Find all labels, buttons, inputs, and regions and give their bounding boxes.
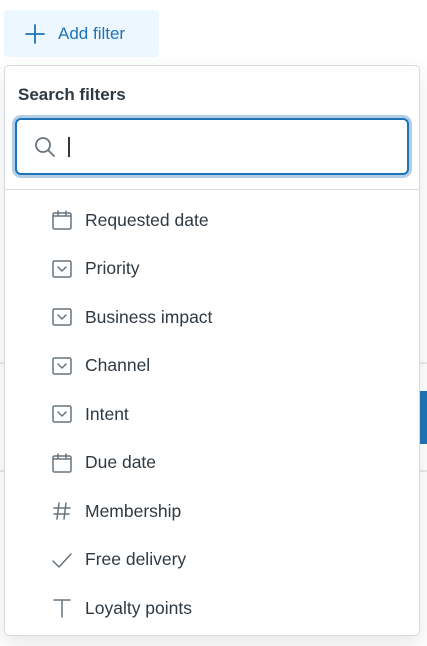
filter-option-due-date[interactable]: Due date — [5, 439, 419, 488]
text-field-icon — [51, 597, 73, 619]
search-filters-label: Search filters — [18, 85, 126, 104]
filter-option-label: Due date — [85, 452, 157, 473]
dropdown-field-icon — [51, 306, 73, 328]
page: Add filter Search filters Requested date — [0, 0, 427, 646]
search-icon — [33, 135, 57, 159]
calendar-icon — [51, 452, 73, 474]
filter-option-label: Channel — [85, 355, 151, 376]
filter-option-membership[interactable]: Membership — [5, 487, 419, 536]
filter-option-intent[interactable]: Intent — [5, 390, 419, 439]
hash-icon — [51, 500, 73, 522]
filter-option-requested-date[interactable]: Requested date — [5, 196, 419, 245]
search-filters-field[interactable] — [15, 118, 409, 175]
plus-icon — [24, 23, 46, 45]
add-filter-button[interactable]: Add filter — [4, 10, 159, 57]
search-divider — [5, 189, 419, 190]
checkmark-icon — [51, 549, 73, 571]
filter-dropdown: Search filters Requested date Priority B… — [4, 65, 420, 636]
text-cursor — [68, 137, 70, 157]
search-filters-input[interactable] — [67, 131, 407, 162]
filter-option-label: Requested date — [85, 209, 209, 230]
filter-option-label: Intent — [85, 403, 129, 424]
filter-option-label: Membership — [85, 500, 182, 521]
filter-option-business-impact[interactable]: Business impact — [5, 293, 419, 342]
filter-option-label: Business impact — [85, 306, 213, 327]
filter-option-loyalty-points[interactable]: Loyalty points — [5, 584, 419, 633]
dropdown-field-icon — [51, 403, 73, 425]
dropdown-field-icon — [51, 258, 73, 280]
dropdown-field-icon — [51, 355, 73, 377]
filter-option-label: Loyalty points — [85, 597, 193, 618]
calendar-icon — [51, 209, 73, 231]
filter-option-priority[interactable]: Priority — [5, 245, 419, 294]
filter-option-label: Free delivery — [85, 549, 187, 570]
add-filter-label: Add filter — [58, 23, 126, 43]
filter-option-label: Priority — [85, 258, 140, 279]
filter-option-channel[interactable]: Channel — [5, 342, 419, 391]
filter-options-list: Requested date Priority Business impact … — [5, 196, 419, 633]
filter-option-free-delivery[interactable]: Free delivery — [5, 536, 419, 585]
